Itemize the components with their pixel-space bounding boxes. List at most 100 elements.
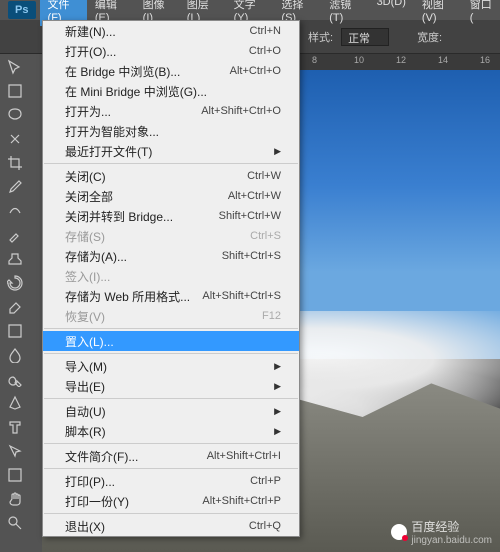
- menu-item-label: 导出(E): [65, 378, 105, 395]
- menu-item[interactable]: 打开为智能对象...: [43, 121, 299, 141]
- menu-item[interactable]: 退出(X) Ctrl+Q: [43, 516, 299, 536]
- ruler-mark: 12: [396, 55, 406, 65]
- menu-item-shortcut: Ctrl+P: [250, 475, 281, 487]
- lasso-tool[interactable]: [3, 104, 27, 126]
- menu-item-label: 在 Mini Bridge 中浏览(G)...: [65, 83, 207, 100]
- style-select[interactable]: 正常: [341, 28, 389, 46]
- menu-item-label: 打印(P)...: [65, 473, 115, 490]
- menu-item[interactable]: 新建(N)... Ctrl+N: [43, 21, 299, 41]
- menubar-item[interactable]: 视图(V): [414, 0, 462, 26]
- watermark-url: jingyan.baidu.com: [411, 535, 492, 546]
- menu-item-shortcut: Ctrl+S: [250, 230, 281, 242]
- watermark-brand: 百度经验: [411, 520, 459, 534]
- menu-item[interactable]: 关闭(C)Ctrl+W: [43, 166, 299, 186]
- menu-item[interactable]: 自动(U) ▶: [43, 401, 299, 421]
- ruler-mark: 10: [354, 55, 364, 65]
- menu-item-shortcut: Shift+Ctrl+S: [222, 250, 281, 262]
- gradient-tool[interactable]: [3, 320, 27, 342]
- menu-item-label: 打开(O)...: [65, 43, 116, 60]
- menu-item-label: 存储为(A)...: [65, 248, 127, 265]
- submenu-arrow-icon: ▶: [274, 361, 281, 372]
- menu-item-label: 存储(S): [65, 228, 105, 245]
- file-menu-dropdown: 新建(N)... Ctrl+N 打开(O)...Ctrl+O在 Bridge 中浏览…: [42, 20, 300, 537]
- menu-item-shortcut: Alt+Ctrl+W: [228, 190, 281, 202]
- menu-separator: [44, 468, 298, 469]
- menu-item[interactable]: 在 Bridge 中浏览(B)...Alt+Ctrl+O: [43, 61, 299, 81]
- eyedropper-tool[interactable]: [3, 176, 27, 198]
- menu-item-shortcut: Ctrl+Q: [249, 520, 281, 532]
- menu-item[interactable]: 打开(O)...Ctrl+O: [43, 41, 299, 61]
- menu-item-label: 退出(X): [65, 518, 105, 535]
- marquee-tool[interactable]: [3, 80, 27, 102]
- menu-item-shortcut: Ctrl+N: [250, 25, 281, 37]
- menu-item[interactable]: 关闭并转到 Bridge... Shift+Ctrl+W: [43, 206, 299, 226]
- path-select-tool[interactable]: [3, 440, 27, 462]
- hand-tool[interactable]: [3, 488, 27, 510]
- shape-tool[interactable]: [3, 464, 27, 486]
- submenu-arrow-icon: ▶: [274, 426, 281, 437]
- menu-separator: [44, 398, 298, 399]
- crop-tool[interactable]: [3, 152, 27, 174]
- menubar-item[interactable]: 3D(D): [369, 0, 414, 26]
- healing-tool[interactable]: [3, 200, 27, 222]
- menu-item[interactable]: 脚本(R)▶: [43, 421, 299, 441]
- menu-item[interactable]: 打印一份(Y) Alt+Shift+Ctrl+P: [43, 491, 299, 511]
- zoom-tool[interactable]: [3, 512, 27, 534]
- ruler-mark: 8: [312, 55, 317, 65]
- history-brush-tool[interactable]: [3, 272, 27, 294]
- menubar: Ps 文件(F)编辑(E)图像(I)图层(L)文字(Y)选择(S)滤镜(T)3D…: [0, 0, 500, 20]
- menu-item[interactable]: 导出(E)▶: [43, 376, 299, 396]
- ruler-mark: 16: [480, 55, 490, 65]
- width-label: 宽度:: [417, 29, 442, 45]
- watermark-logo-icon: [391, 524, 407, 540]
- submenu-arrow-icon: ▶: [274, 406, 281, 417]
- menu-item-shortcut: Alt+Shift+Ctrl+P: [202, 495, 281, 507]
- menu-item[interactable]: 存储为(A)... Shift+Ctrl+S: [43, 246, 299, 266]
- menu-item[interactable]: 置入(L)...: [43, 331, 299, 351]
- menu-item[interactable]: 文件简介(F)... Alt+Shift+Ctrl+I: [43, 446, 299, 466]
- move-tool[interactable]: [3, 56, 27, 78]
- menu-item[interactable]: 在 Mini Bridge 中浏览(G)...: [43, 81, 299, 101]
- stamp-tool[interactable]: [3, 248, 27, 270]
- menu-item-shortcut: Alt+Shift+Ctrl+O: [201, 105, 281, 117]
- menu-item-label: 导入(M): [65, 358, 107, 375]
- blur-tool[interactable]: [3, 344, 27, 366]
- menu-separator: [44, 443, 298, 444]
- menu-item-label: 签入(I)...: [65, 268, 110, 285]
- menu-item-shortcut: F12: [262, 310, 281, 322]
- type-tool[interactable]: [3, 416, 27, 438]
- toolbar: [0, 54, 30, 534]
- menu-item-shortcut: Shift+Ctrl+W: [219, 210, 281, 222]
- menu-item-shortcut: Ctrl+W: [247, 170, 281, 182]
- dodge-tool[interactable]: [3, 368, 27, 390]
- pen-tool[interactable]: [3, 392, 27, 414]
- menu-item-shortcut: Alt+Shift+Ctrl+I: [207, 450, 281, 462]
- menubar-item[interactable]: 窗口(: [462, 0, 500, 26]
- menu-separator: [44, 328, 298, 329]
- menu-item-label: 文件简介(F)...: [65, 448, 138, 465]
- submenu-arrow-icon: ▶: [274, 146, 281, 157]
- menu-item-label: 最近打开文件(T): [65, 143, 152, 160]
- menu-item-shortcut: Alt+Ctrl+O: [230, 65, 281, 77]
- menu-item[interactable]: 存储为 Web 所用格式...Alt+Shift+Ctrl+S: [43, 286, 299, 306]
- menu-item-label: 恢复(V): [65, 308, 105, 325]
- menu-item[interactable]: 最近打开文件(T) ▶: [43, 141, 299, 161]
- menu-item-label: 打开为...: [65, 103, 111, 120]
- menu-item[interactable]: 导入(M) ▶: [43, 356, 299, 376]
- menu-item-label: 关闭并转到 Bridge...: [65, 208, 173, 225]
- eraser-tool[interactable]: [3, 296, 27, 318]
- menu-item-label: 自动(U): [65, 403, 106, 420]
- menu-item-label: 打印一份(Y): [65, 493, 129, 510]
- menu-item-label: 新建(N)...: [65, 23, 116, 40]
- menu-item-label: 关闭全部: [65, 188, 113, 205]
- menu-separator: [44, 163, 298, 164]
- style-label: 样式:: [308, 29, 333, 45]
- menu-item-shortcut: Alt+Shift+Ctrl+S: [202, 290, 281, 302]
- menu-item[interactable]: 关闭全部 Alt+Ctrl+W: [43, 186, 299, 206]
- menubar-item[interactable]: 滤镜(T): [321, 0, 368, 26]
- brush-tool[interactable]: [3, 224, 27, 246]
- menu-item[interactable]: 打开为... Alt+Shift+Ctrl+O: [43, 101, 299, 121]
- menu-item[interactable]: 打印(P)... Ctrl+P: [43, 471, 299, 491]
- quick-select-tool[interactable]: [3, 128, 27, 150]
- menu-separator: [44, 513, 298, 514]
